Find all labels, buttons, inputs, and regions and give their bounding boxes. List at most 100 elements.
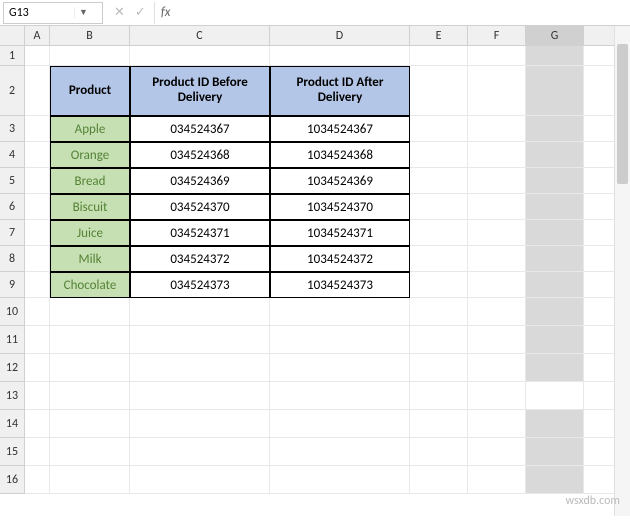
- cell-E13[interactable]: [410, 382, 468, 410]
- cell-G4[interactable]: [526, 142, 584, 168]
- cell-D4[interactable]: 1034524368: [270, 142, 410, 168]
- cell-A10[interactable]: [25, 298, 50, 326]
- cell-A8[interactable]: [25, 246, 50, 272]
- column-header-B[interactable]: B: [50, 26, 130, 46]
- cell-C13[interactable]: [130, 382, 270, 410]
- cell-A5[interactable]: [25, 168, 50, 194]
- cell-A13[interactable]: [25, 382, 50, 410]
- cell-F5[interactable]: [468, 168, 526, 194]
- cell-A12[interactable]: [25, 354, 50, 382]
- cell-D11[interactable]: [270, 326, 410, 354]
- cell-B8[interactable]: Milk: [50, 246, 130, 272]
- column-header-D[interactable]: D: [270, 26, 410, 46]
- row-header-7[interactable]: 7: [0, 220, 25, 246]
- cell-C12[interactable]: [130, 354, 270, 382]
- cell-B14[interactable]: [50, 410, 130, 438]
- row-header-2[interactable]: 2: [0, 66, 25, 116]
- cell-G3[interactable]: [526, 116, 584, 142]
- name-box[interactable]: ▼: [3, 2, 103, 24]
- cell-C2[interactable]: Product ID Before Delivery: [130, 66, 270, 116]
- cell-D3[interactable]: 1034524367: [270, 116, 410, 142]
- cell-C7[interactable]: 034524371: [130, 220, 270, 246]
- cell-F8[interactable]: [468, 246, 526, 272]
- cell-D15[interactable]: [270, 438, 410, 466]
- row-header-13[interactable]: 13: [0, 382, 25, 410]
- cell-E4[interactable]: [410, 142, 468, 168]
- cell-E6[interactable]: [410, 194, 468, 220]
- cell-G16[interactable]: [526, 466, 584, 494]
- cell-E11[interactable]: [410, 326, 468, 354]
- cell-F12[interactable]: [468, 354, 526, 382]
- cell-A9[interactable]: [25, 272, 50, 298]
- cell-E9[interactable]: [410, 272, 468, 298]
- cell-D7[interactable]: 1034524371: [270, 220, 410, 246]
- row-header-5[interactable]: 5: [0, 168, 25, 194]
- cell-B9[interactable]: Chocolate: [50, 272, 130, 298]
- scrollbar-thumb[interactable]: [617, 44, 628, 184]
- cell-G10[interactable]: [526, 298, 584, 326]
- cell-A1[interactable]: [25, 46, 50, 66]
- cell-G9[interactable]: [526, 272, 584, 298]
- vertical-scrollbar[interactable]: [614, 26, 630, 516]
- cell-B10[interactable]: [50, 298, 130, 326]
- cell-F7[interactable]: [468, 220, 526, 246]
- cell-F1[interactable]: [468, 46, 526, 66]
- row-header-8[interactable]: 8: [0, 246, 25, 272]
- fx-icon[interactable]: fx: [155, 5, 177, 20]
- column-header-G[interactable]: G: [526, 26, 584, 46]
- column-header-F[interactable]: F: [468, 26, 526, 46]
- cell-C10[interactable]: [130, 298, 270, 326]
- cell-C1[interactable]: [130, 46, 270, 66]
- cell-G14[interactable]: [526, 410, 584, 438]
- cell-E1[interactable]: [410, 46, 468, 66]
- row-header-14[interactable]: 14: [0, 410, 25, 438]
- cell-F9[interactable]: [468, 272, 526, 298]
- cell-D10[interactable]: [270, 298, 410, 326]
- cell-E7[interactable]: [410, 220, 468, 246]
- cell-E2[interactable]: [410, 66, 468, 116]
- cell-D12[interactable]: [270, 354, 410, 382]
- cell-B11[interactable]: [50, 326, 130, 354]
- cell-G12[interactable]: [526, 354, 584, 382]
- cell-A11[interactable]: [25, 326, 50, 354]
- cell-D5[interactable]: 1034524369: [270, 168, 410, 194]
- column-header-A[interactable]: A: [25, 26, 50, 46]
- column-header-E[interactable]: E: [410, 26, 468, 46]
- cell-D9[interactable]: 1034524373: [270, 272, 410, 298]
- cell-F10[interactable]: [468, 298, 526, 326]
- cell-F6[interactable]: [468, 194, 526, 220]
- cell-C8[interactable]: 034524372: [130, 246, 270, 272]
- cell-B3[interactable]: Apple: [50, 116, 130, 142]
- cell-A3[interactable]: [25, 116, 50, 142]
- cell-D13[interactable]: [270, 382, 410, 410]
- chevron-down-icon[interactable]: ▼: [74, 7, 92, 18]
- cell-F11[interactable]: [468, 326, 526, 354]
- cell-G6[interactable]: [526, 194, 584, 220]
- formula-input[interactable]: [176, 6, 630, 20]
- cell-D14[interactable]: [270, 410, 410, 438]
- cell-C5[interactable]: 034524369: [130, 168, 270, 194]
- cell-A14[interactable]: [25, 410, 50, 438]
- cell-B16[interactable]: [50, 466, 130, 494]
- cell-C14[interactable]: [130, 410, 270, 438]
- cell-B13[interactable]: [50, 382, 130, 410]
- cell-F16[interactable]: [468, 466, 526, 494]
- cell-A16[interactable]: [25, 466, 50, 494]
- row-header-6[interactable]: 6: [0, 194, 25, 220]
- name-box-input[interactable]: [4, 6, 74, 20]
- cell-G2[interactable]: [526, 66, 584, 116]
- cell-E5[interactable]: [410, 168, 468, 194]
- cell-D1[interactable]: [270, 46, 410, 66]
- row-header-3[interactable]: 3: [0, 116, 25, 142]
- cell-E16[interactable]: [410, 466, 468, 494]
- cell-B12[interactable]: [50, 354, 130, 382]
- cell-E12[interactable]: [410, 354, 468, 382]
- cell-F3[interactable]: [468, 116, 526, 142]
- cell-E15[interactable]: [410, 438, 468, 466]
- cell-G13[interactable]: [526, 382, 584, 410]
- cell-G8[interactable]: [526, 246, 584, 272]
- cell-C6[interactable]: 034524370: [130, 194, 270, 220]
- cell-B2[interactable]: Product: [50, 66, 130, 116]
- cell-E14[interactable]: [410, 410, 468, 438]
- cell-B7[interactable]: Juice: [50, 220, 130, 246]
